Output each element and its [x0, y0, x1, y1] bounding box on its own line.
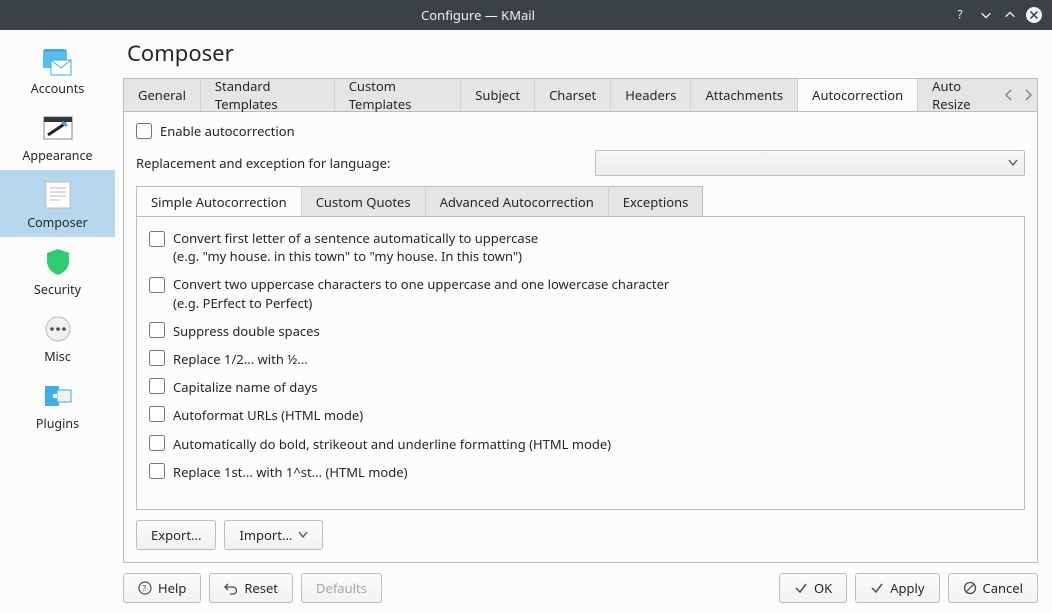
tab-headers[interactable]: Headers: [611, 79, 691, 111]
tab-scroll-right[interactable]: [1018, 79, 1037, 111]
tab-attachments[interactable]: Attachments: [691, 79, 798, 111]
minimize-button[interactable]: [976, 5, 996, 25]
simple-autocorrection-pane: Convert first letter of a sentence autom…: [136, 216, 1025, 510]
sidebar: Accounts Appearance Composer Security Mi…: [0, 30, 115, 613]
autoformat-urls-checkbox[interactable]: [149, 406, 165, 422]
tab-auto-resize[interactable]: Auto Resize: [918, 79, 999, 111]
convert-two-uppercase-label: Convert two uppercase characters to one …: [173, 275, 669, 311]
shield-icon: [45, 245, 71, 279]
tab-autocorrection[interactable]: Autocorrection: [798, 78, 918, 111]
sidebar-item-label: Appearance: [22, 147, 92, 164]
suppress-double-spaces-label: Suppress double spaces: [173, 322, 320, 340]
ok-button[interactable]: OK: [779, 573, 847, 603]
subtab-exceptions[interactable]: Exceptions: [609, 187, 703, 216]
help-button[interactable]: ? Help: [123, 573, 201, 603]
close-button[interactable]: [1024, 5, 1044, 25]
plugins-icon: [43, 379, 73, 413]
tab-custom-templates[interactable]: Custom Templates: [335, 79, 462, 111]
auto-bold-label: Automatically do bold, strikeout and und…: [173, 435, 611, 453]
page-title: Composer: [127, 38, 1038, 68]
cancel-icon: [963, 581, 977, 595]
subtabs: Simple Autocorrection Custom Quotes Adva…: [136, 186, 703, 216]
enable-autocorrection-checkbox[interactable]: [136, 123, 152, 139]
subtab-custom-quotes[interactable]: Custom Quotes: [302, 187, 426, 216]
replace-1st-label: Replace 1st... with 1^st... (HTML mode): [173, 463, 408, 481]
tabbar: General Standard Templates Custom Templa…: [123, 78, 1038, 112]
cancel-button[interactable]: Cancel: [948, 573, 1038, 603]
convert-two-uppercase-checkbox[interactable]: [149, 277, 165, 293]
sidebar-item-plugins[interactable]: Plugins: [0, 371, 115, 438]
tab-standard-templates[interactable]: Standard Templates: [201, 79, 335, 111]
window-title: Configure — KMail: [8, 6, 948, 24]
sidebar-item-appearance[interactable]: Appearance: [0, 103, 115, 170]
tab-subject[interactable]: Subject: [461, 79, 535, 111]
chevron-down-icon: [298, 531, 308, 539]
undo-icon: [224, 581, 238, 595]
main-panel: Composer General Standard Templates Cust…: [115, 30, 1052, 613]
dialog-footer: ? Help Reset Defaults OK: [123, 573, 1038, 603]
replace-half-label: Replace 1/2... with ½...: [173, 350, 308, 368]
defaults-button[interactable]: Defaults: [301, 573, 382, 603]
sidebar-item-label: Security: [34, 281, 81, 298]
appearance-icon: [42, 111, 74, 145]
help-titlebar-button[interactable]: ?: [952, 5, 972, 25]
sidebar-item-label: Misc: [44, 348, 71, 365]
suppress-double-spaces-checkbox[interactable]: [149, 322, 165, 338]
maximize-button[interactable]: [1000, 5, 1020, 25]
import-button[interactable]: Import...: [224, 520, 323, 550]
composer-icon: [44, 178, 72, 212]
sidebar-item-misc[interactable]: Misc: [0, 304, 115, 371]
chevron-down-icon: [1008, 159, 1018, 167]
autoformat-urls-label: Autoformat URLs (HTML mode): [173, 406, 363, 424]
sidebar-item-accounts[interactable]: Accounts: [0, 36, 115, 103]
titlebar: Configure — KMail ?: [0, 0, 1052, 30]
export-button[interactable]: Export...: [136, 520, 216, 550]
tab-charset[interactable]: Charset: [535, 79, 611, 111]
language-label: Replacement and exception for language:: [136, 154, 396, 172]
tab-scroll-left[interactable]: [999, 79, 1018, 111]
language-select[interactable]: [595, 150, 1025, 176]
apply-button[interactable]: Apply: [855, 573, 939, 603]
sidebar-item-label: Composer: [27, 214, 88, 231]
sidebar-item-security[interactable]: Security: [0, 237, 115, 304]
subtab-simple[interactable]: Simple Autocorrection: [137, 187, 302, 216]
check-icon: [870, 581, 884, 595]
reset-button[interactable]: Reset: [209, 573, 293, 603]
sidebar-item-label: Plugins: [36, 415, 79, 432]
sidebar-item-composer[interactable]: Composer: [0, 170, 115, 237]
replace-1st-checkbox[interactable]: [149, 463, 165, 479]
convert-first-letter-checkbox[interactable]: [149, 231, 165, 247]
capitalize-days-label: Capitalize name of days: [173, 378, 317, 396]
sidebar-item-label: Accounts: [31, 80, 85, 97]
accounts-icon: [42, 44, 74, 78]
tab-general[interactable]: General: [124, 79, 201, 111]
help-icon: ?: [138, 581, 152, 595]
svg-text:?: ?: [142, 582, 146, 595]
svg-text:?: ?: [958, 8, 963, 22]
misc-icon: [44, 312, 72, 346]
replace-half-checkbox[interactable]: [149, 350, 165, 366]
auto-bold-checkbox[interactable]: [149, 435, 165, 451]
capitalize-days-checkbox[interactable]: [149, 378, 165, 394]
check-icon: [794, 581, 808, 595]
enable-autocorrection-label: Enable autocorrection: [160, 122, 295, 140]
autocorrection-pane: Enable autocorrection Replacement and ex…: [123, 112, 1038, 563]
subtab-advanced[interactable]: Advanced Autocorrection: [426, 187, 609, 216]
convert-first-letter-label: Convert first letter of a sentence autom…: [173, 229, 538, 265]
